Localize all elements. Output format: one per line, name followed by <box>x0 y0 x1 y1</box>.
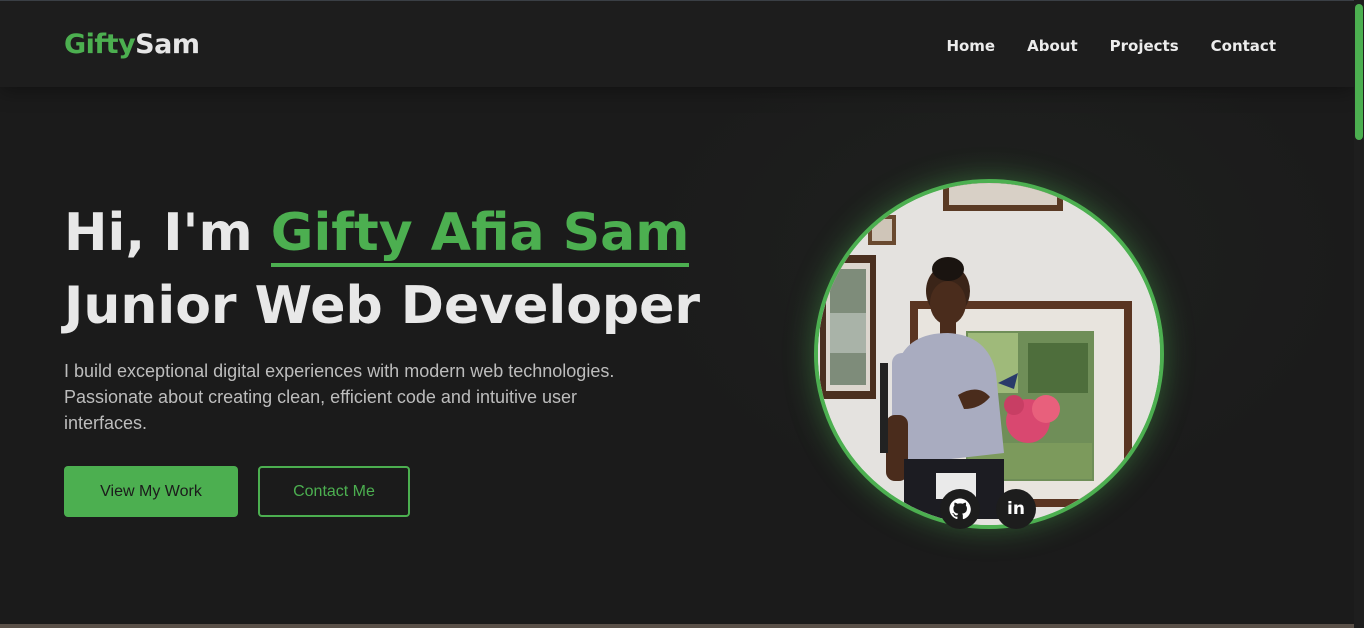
hero-title: Hi, I'm Gifty Afia Sam <box>64 192 690 274</box>
github-link[interactable] <box>940 489 980 529</box>
nav-projects[interactable]: Projects <box>1110 37 1179 55</box>
logo-first-part: Gifty <box>64 29 136 60</box>
linkedin-icon: in <box>1007 499 1025 519</box>
navbar: GiftySam Home About Projects Contact <box>0 0 1354 87</box>
github-icon <box>949 498 971 520</box>
logo-link[interactable]: GiftySam <box>64 29 200 60</box>
nav-contact[interactable]: Contact <box>1211 37 1276 55</box>
nav-home[interactable]: Home <box>946 37 995 55</box>
hero-role: Junior Web Developer <box>64 276 701 336</box>
hero-greeting: Hi, I'm <box>64 203 271 263</box>
logo-second-part: Sam <box>135 29 200 60</box>
next-section-edge <box>0 624 1354 628</box>
page: GiftySam Home About Projects Contact Hi,… <box>0 0 1364 628</box>
main-nav: Home About Projects Contact <box>946 37 1276 55</box>
contact-me-button[interactable]: Contact Me <box>258 466 410 517</box>
scrollbar-thumb[interactable] <box>1355 4 1363 140</box>
nav-about[interactable]: About <box>1027 37 1078 55</box>
profile-photo-illustration <box>818 183 1160 525</box>
view-my-work-button[interactable]: View My Work <box>64 466 238 517</box>
linkedin-link[interactable]: in <box>996 489 1036 529</box>
hero-name: Gifty Afia Sam <box>270 203 690 267</box>
hero-description: I build exceptional digital experiences … <box>64 361 615 433</box>
profile-photo <box>814 179 1164 529</box>
